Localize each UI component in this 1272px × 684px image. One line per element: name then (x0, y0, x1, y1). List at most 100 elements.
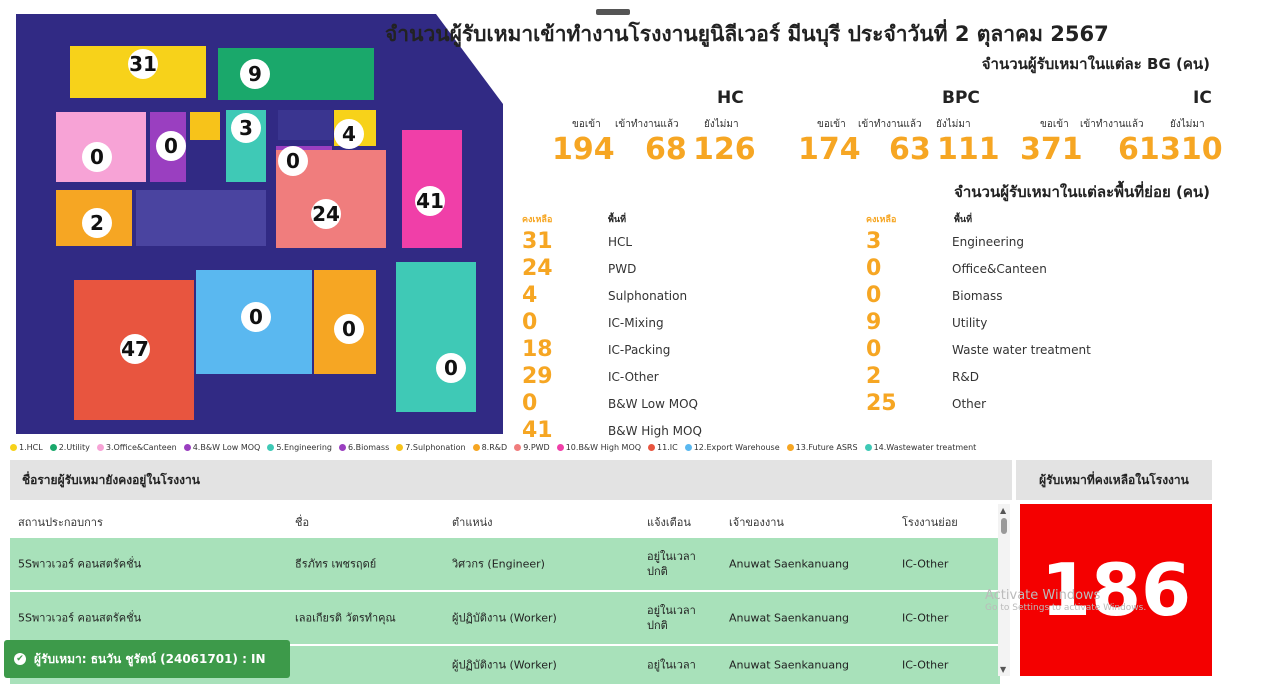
page-title: จำนวนผู้รับเหมาเข้าทำงานโรงงานยูนิลีเวอร… (385, 22, 1109, 46)
area-name: Office&Canteen (952, 261, 1047, 276)
area-row: 25 Other (866, 390, 986, 417)
watermark-line1: Activate Windows (985, 588, 1101, 603)
legend-item: 1.HCL (10, 443, 43, 452)
legend-label: 12.Export Warehouse (693, 443, 780, 452)
legend-item: 2.Utility (49, 443, 90, 452)
legend-dot-icon (514, 444, 522, 451)
bg-name-hc: HC (717, 88, 744, 108)
area-name: B&W Low MOQ (608, 396, 698, 411)
scroll-up-icon[interactable]: ▲ (1000, 506, 1006, 515)
legend-label: 14.Wastewater treatment (873, 443, 977, 452)
map-badge-engineering: 3 (231, 113, 261, 143)
scroll-thumb[interactable] (1001, 518, 1007, 534)
area-count: 2 (866, 364, 882, 389)
col-position[interactable]: ตำแหน่ง (452, 513, 493, 531)
factory-map: 31 9 0 0 3 4 0 24 41 2 0 0 47 0 (16, 14, 503, 434)
area-count: 0 (866, 283, 882, 308)
table-cell: Anuwat Saenkanuang (729, 611, 850, 625)
map-badge-export-warehouse: 0 (241, 302, 271, 332)
legend-item: 7.Sulphonation (396, 443, 466, 452)
hc-value-pending: 126 (693, 132, 756, 167)
map-badge-rd: 2 (82, 208, 112, 238)
area-count: 31 (522, 229, 553, 254)
legend-item: 5.Engineering (267, 443, 332, 452)
ic-value-pending: 310 (1160, 132, 1223, 167)
col-alert[interactable]: แจ้งเตือน (647, 513, 691, 531)
legend-dot-icon (10, 444, 17, 451)
col-name[interactable]: ชื่อ (295, 513, 309, 531)
area-row: 0 Waste water treatment (866, 336, 1091, 363)
area-count: 3 (866, 229, 882, 254)
area-count: 0 (522, 310, 538, 335)
table-cell: วิศวกร (Engineer) (452, 557, 545, 571)
legend-dot-icon (396, 444, 404, 451)
legend-label: 6.Biomass (347, 443, 390, 452)
legend-dot-icon (864, 444, 872, 451)
top-tab-handle[interactable] (596, 9, 630, 15)
bg-section-title: จำนวนผู้รับเหมาในแต่ละ BG (คน) (981, 55, 1210, 73)
area-row: 0 Biomass (866, 282, 1002, 309)
table-cell: Anuwat Saenkanuang (729, 658, 850, 672)
area-count: 0 (866, 337, 882, 362)
legend-dot-icon (786, 444, 794, 451)
col-company[interactable]: สถานประกอบการ (18, 513, 103, 531)
checkin-toast[interactable]: ✔ ผู้รับเหมา: ธนวัน ชูรัตน์ (24061701) :… (4, 640, 290, 678)
legend-dot-icon (648, 444, 656, 451)
legend-item: 8.R&D (472, 443, 508, 452)
area-section-title: จำนวนผู้รับเหมาในแต่ละพื้นที่ย่อย (คน) (954, 183, 1210, 201)
area-count: 29 (522, 364, 553, 389)
remaining-panel-title: ผู้รับเหมาที่คงเหลือในโรงงาน (1016, 460, 1212, 500)
bpc-value-request: 174 (798, 132, 861, 167)
col-subfactory[interactable]: โรงงานย่อย (902, 513, 958, 531)
legend-dot-icon (267, 444, 275, 451)
area-name: IC-Mixing (608, 315, 664, 330)
col-owner[interactable]: เจ้าของงาน (729, 513, 784, 531)
area-row: 31 HCL (522, 228, 632, 255)
legend-dot-icon (96, 444, 104, 451)
area-row: 18 IC-Packing (522, 336, 670, 363)
legend-label: 3.Office&Canteen (105, 443, 177, 452)
area-count: 25 (866, 391, 897, 416)
hc-value-request: 194 (552, 132, 615, 167)
area-row: 9 Utility (866, 309, 987, 336)
legend-item: 14.Wastewater treatment (864, 443, 977, 452)
table-cell: ผู้ปฏิบัติงาน (Worker) (452, 658, 557, 672)
ic-label-pending: ยังไม่มา (1170, 119, 1205, 130)
table-cell: อยู่ในเวลา ปกติ (647, 604, 696, 632)
area-row: 0 Office&Canteen (866, 255, 1047, 282)
ic-label-entered: เข้าทำงานแล้ว (1080, 119, 1144, 130)
activation-watermark: Activate Windows Go to Settings to activ… (985, 588, 1146, 613)
table-cell: 5Sพาวเวอร์ คอนสตรัคชั่น (18, 611, 142, 625)
legend-label: 8.R&D (481, 443, 508, 452)
table-cell: IC-Other (902, 611, 949, 625)
legend-label: 11.IC (657, 443, 678, 452)
map-badge-sulphonation: 4 (334, 119, 364, 149)
area-name: IC-Packing (608, 342, 671, 357)
area-count: 4 (522, 283, 538, 308)
area-left-remaining-header: คงเหลือ (522, 215, 553, 225)
bpc-value-entered: 63 (889, 132, 931, 167)
legend-dot-icon (556, 444, 564, 451)
map-legend: 1.HCL 2.Utility 3.Office&Canteen 4.B&W Low … (10, 443, 976, 452)
area-right-remaining-header: คงเหลือ (866, 215, 897, 225)
legend-dot-icon (472, 444, 480, 451)
scroll-down-icon[interactable]: ▼ (1000, 665, 1006, 674)
area-name: Waste water treatment (952, 342, 1091, 357)
bpc-label-request: ขอเข้า (817, 119, 846, 130)
legend-label: 13.Future ASRS (795, 443, 858, 452)
legend-item: 3.Office&Canteen (96, 443, 177, 452)
table-row[interactable]: 5Sพาวเวอร์ คอนสตรัคชั่น เลอเกียรติ วัตรทำ… (10, 592, 1000, 644)
ic-value-entered: 61 (1118, 132, 1160, 167)
legend-dot-icon (684, 444, 692, 451)
area-count: 0 (522, 391, 538, 416)
table-cell: IC-Other (902, 658, 949, 672)
area-row: 2 R&D (866, 363, 979, 390)
legend-item: 13.Future ASRS (786, 443, 858, 452)
legend-dot-icon (49, 444, 57, 451)
table-row[interactable]: 5Sพาวเวอร์ คอนสตรัคชั่น ธีรภัทร เพชรฤดย์ ว… (10, 538, 1000, 590)
area-row: 29 IC-Other (522, 363, 659, 390)
contractor-table-title: ชื่อรายผู้รับเหมายังคงอยู่ในโรงงาน (10, 460, 1012, 500)
area-name: IC-Other (608, 369, 659, 384)
area-right-name-header: พื้นที่ (954, 215, 973, 225)
area-row: 0 IC-Mixing (522, 309, 664, 336)
